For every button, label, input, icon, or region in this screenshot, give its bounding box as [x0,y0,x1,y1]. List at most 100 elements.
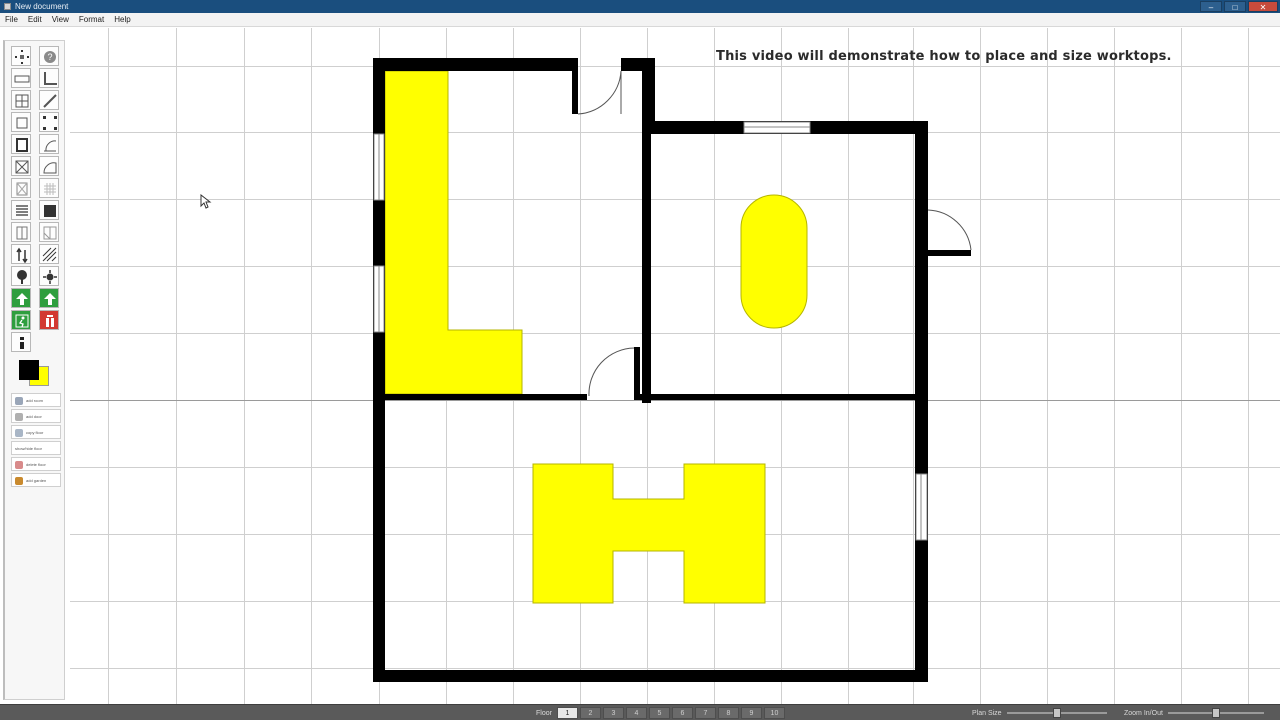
floor-plan[interactable] [70,28,1280,704]
exit-up-tool[interactable] [11,288,31,308]
door-top-swing [577,70,622,115]
exit-arrow-tool[interactable] [39,288,59,308]
add-garden-label: add garden [26,478,47,483]
oval-worktop [740,194,808,329]
menu-file[interactable]: File [0,13,23,26]
title-bar: New document – □ ✕ [0,0,1280,13]
close-button[interactable]: ✕ [1248,1,1278,12]
plan-size-label: Plan Size [972,709,1002,717]
wall-inner-horizontal-left [385,394,587,400]
add-garden-button[interactable]: add garden [11,473,61,487]
floor-selector: Floor 1 2 3 4 5 6 7 8 9 10 [536,706,785,720]
select-tool[interactable] [11,46,31,66]
floor-label: Floor [536,709,552,717]
window-controls: – □ ✕ [1200,0,1278,13]
cross-tool[interactable] [11,156,31,176]
copy-floor-icon [15,429,23,437]
arc-tool[interactable] [39,134,59,154]
menu-view[interactable]: View [47,13,74,26]
stripe-tool[interactable] [39,244,59,264]
zoom-label: Zoom In/Out [1124,709,1163,717]
wall-door-post [572,58,578,114]
floor-button-10[interactable]: 10 [763,707,785,719]
wall-top-left [373,58,575,71]
emergency-exit-tool[interactable] [11,310,31,330]
h-shaped-worktop [532,463,766,604]
fill-tool[interactable] [39,178,59,198]
app-icon [4,3,11,10]
room-tool[interactable] [11,112,31,132]
curve-tool[interactable] [39,156,59,176]
door-inner-swing [588,347,635,397]
add-room-icon [15,397,23,405]
copy-floor-label: copy floor [26,430,44,435]
delete-floor-button[interactable]: delete floor [11,457,61,471]
zoom-slider[interactable] [1167,708,1264,718]
floor-button-4[interactable]: 4 [625,707,647,719]
show-hide-floor-label: show/hide floor [15,446,42,451]
app-window: New document – □ ✕ File Edit View Format… [0,0,1280,720]
delete-floor-label: delete floor [26,462,46,467]
diagonal-wall-tool[interactable] [39,90,59,110]
stairs-tool[interactable] [11,178,31,198]
wall-bottom [373,670,928,682]
floor-button-7[interactable]: 7 [694,707,716,719]
primary-color-fill [19,360,39,380]
primary-color-swatch[interactable] [19,360,39,380]
l-shaped-worktop [384,70,523,395]
level-tool[interactable] [11,244,31,264]
add-door-icon [15,413,23,421]
wall-right [915,121,928,682]
menu-edit[interactable]: Edit [23,13,47,26]
plan-size-slider-thumb[interactable] [1052,708,1061,718]
menu-help[interactable]: Help [109,13,135,26]
floor-button-2[interactable]: 2 [579,707,601,719]
door-tool[interactable] [11,134,31,154]
toolbox-panel: ? add room add door copy floor show/hide… [3,40,65,700]
fire-extinguisher-tool[interactable] [39,310,59,330]
wall-inner-horizontal-right [634,394,915,400]
add-room-label: add room [26,398,43,403]
light-tool[interactable] [39,266,59,286]
show-hide-floor-button[interactable]: show/hide floor [11,441,61,455]
window-title: New document [15,2,69,11]
add-garden-icon [15,477,23,485]
menu-bar: File Edit View Format Help [0,13,1280,27]
tutorial-caption: This video will demonstrate how to place… [716,49,1172,64]
wall-right-door-post [915,250,971,256]
door-right-swing [927,209,972,251]
info-tool[interactable] [11,332,31,352]
wall-inner-door-post [634,347,640,400]
floor-button-1[interactable]: 1 [556,707,578,719]
delete-floor-icon [15,461,23,469]
floor-button-6[interactable]: 6 [671,707,693,719]
lift-tool[interactable] [11,222,31,242]
corner-wall-tool[interactable] [39,68,59,88]
wall-tool[interactable] [11,68,31,88]
copy-floor-button[interactable]: copy floor [11,425,61,439]
minimize-button[interactable]: – [1200,1,1222,12]
floor-button-9[interactable]: 9 [740,707,762,719]
add-room-button[interactable]: add room [11,393,61,407]
plan-size-control: Plan Size [972,707,1107,719]
zoom-slider-thumb[interactable] [1211,708,1220,718]
status-bar: Floor 1 2 3 4 5 6 7 8 9 10 Plan Size Zoo… [0,704,1280,720]
window-tool[interactable] [11,90,31,110]
split-tool[interactable] [39,200,59,220]
floor-button-3[interactable]: 3 [602,707,624,719]
floor-button-8[interactable]: 8 [717,707,739,719]
plan-size-slider[interactable] [1006,708,1107,718]
column-tool[interactable] [11,200,31,220]
node-tool[interactable] [39,112,59,132]
floor-button-5[interactable]: 5 [648,707,670,719]
hatch-tool[interactable] [39,222,59,242]
menu-format[interactable]: Format [74,13,109,26]
mouse-cursor-icon [200,194,212,209]
zoom-control: Zoom In/Out [1124,707,1264,719]
drawing-canvas[interactable]: This video will demonstrate how to place… [70,28,1280,704]
help-tool[interactable]: ? [39,46,59,66]
maximize-button[interactable]: □ [1224,1,1246,12]
tree-tool[interactable] [11,266,31,286]
wall-inner-vertical [642,121,651,403]
add-door-button[interactable]: add door [11,409,61,423]
